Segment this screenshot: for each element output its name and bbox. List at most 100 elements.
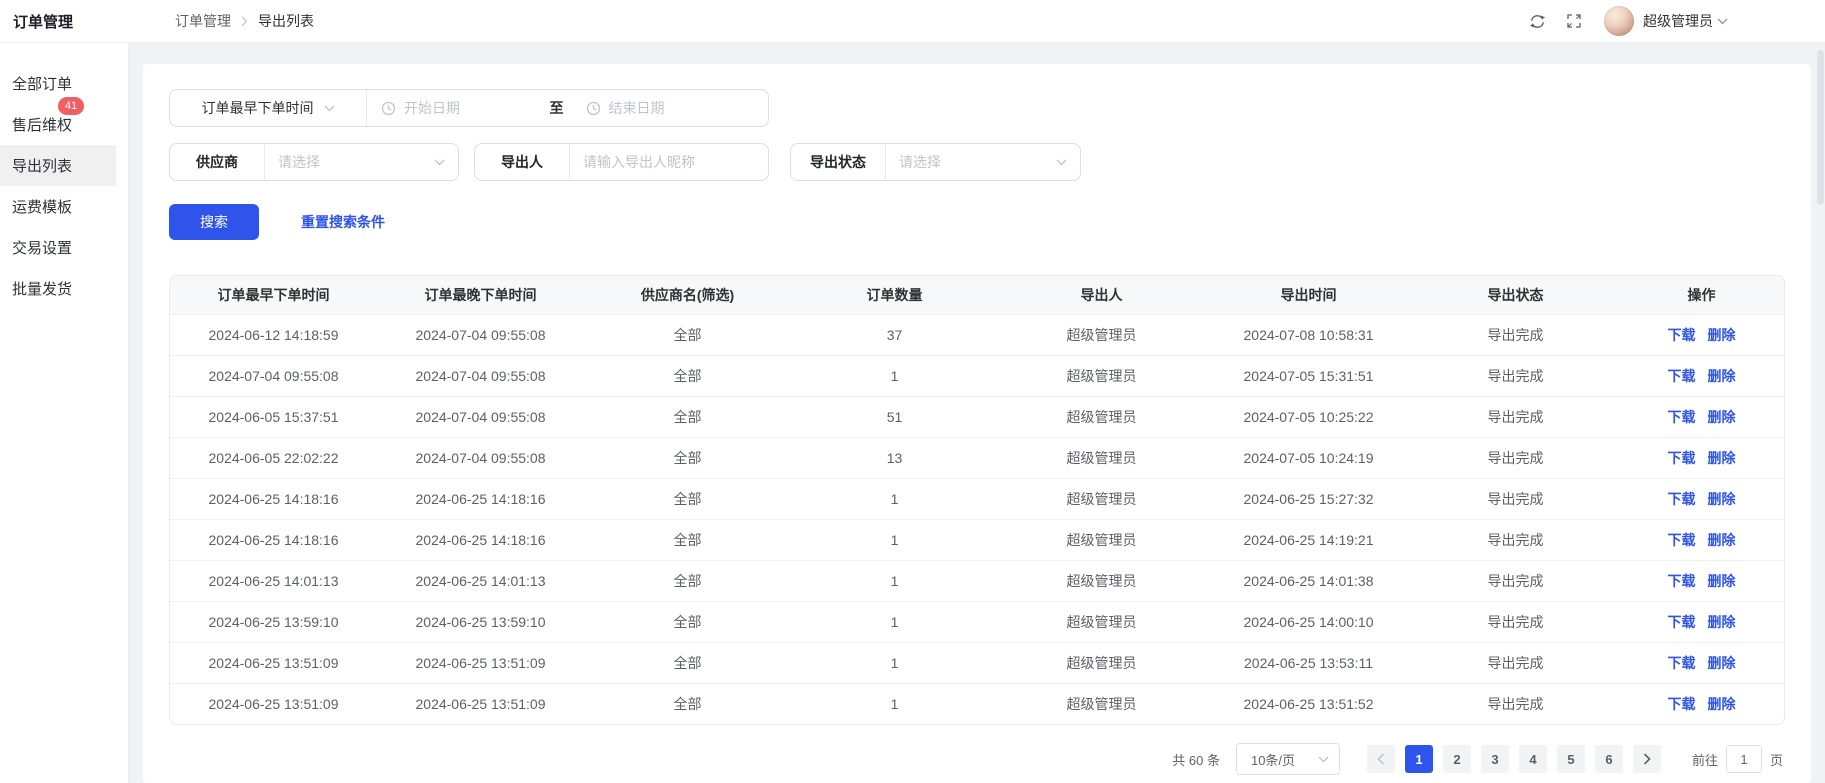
start-date-input[interactable]: 开始日期 (381, 98, 550, 118)
delete-link[interactable]: 删除 (1708, 409, 1736, 425)
fullscreen-icon[interactable] (1565, 12, 1583, 30)
date-range-separator: 至 (550, 98, 564, 118)
table-cell: 2024-06-25 13:51:09 (377, 683, 584, 724)
table-cell: 2024-07-04 09:55:08 (170, 355, 377, 396)
table-cell: 2024-06-25 13:59:10 (377, 601, 584, 642)
table-row: 2024-06-25 13:51:092024-06-25 13:51:09全部… (170, 642, 1784, 683)
table-cell: 2024-07-04 09:55:08 (377, 355, 584, 396)
delete-link[interactable]: 删除 (1708, 450, 1736, 466)
table-cell: 导出完成 (1412, 519, 1619, 560)
table-cell: 导出完成 (1412, 683, 1619, 724)
download-link[interactable]: 下载 (1668, 409, 1696, 425)
download-link[interactable]: 下载 (1668, 450, 1696, 466)
sidebar: 全部订单 售后维权 41 导出列表 运费模板 交易设置 批量发货 (0, 43, 129, 783)
user-menu-chevron-down-icon[interactable] (1717, 18, 1728, 25)
app-window: 订单管理 订单管理 导出列表 (0, 0, 1825, 783)
export-status-placeholder: 请选择 (899, 152, 941, 172)
breadcrumb-item-order-management[interactable]: 订单管理 (175, 11, 231, 31)
delete-link[interactable]: 删除 (1708, 655, 1736, 671)
delete-link[interactable]: 删除 (1708, 491, 1736, 507)
table-cell: 导出完成 (1412, 396, 1619, 437)
exporter-input[interactable] (583, 154, 755, 170)
table-cell: 导出完成 (1412, 355, 1619, 396)
content-panel: 订单最早下单时间 开始日期 至 结束日期 (143, 64, 1811, 783)
table-cell: 2024-06-12 14:18:59 (170, 314, 377, 355)
prev-page-button[interactable] (1367, 745, 1395, 773)
table-cell: 全部 (584, 478, 791, 519)
table-cell: 37 (791, 314, 998, 355)
delete-link[interactable]: 删除 (1708, 368, 1736, 384)
prev-page-icon (1377, 753, 1385, 765)
chevron-down-icon (434, 159, 445, 166)
goto-page-input[interactable] (1726, 745, 1762, 773)
page-button-3[interactable]: 3 (1481, 745, 1509, 773)
table-cell: 2024-06-25 14:18:16 (377, 519, 584, 560)
reset-filters-link[interactable]: 重置搜索条件 (301, 212, 385, 232)
page-button-2[interactable]: 2 (1443, 745, 1471, 773)
download-link[interactable]: 下载 (1668, 368, 1696, 384)
table-cell: 2024-06-25 14:18:16 (170, 519, 377, 560)
page-scrollbar[interactable] (1817, 44, 1824, 783)
download-link[interactable]: 下载 (1668, 655, 1696, 671)
delete-link[interactable]: 删除 (1708, 696, 1736, 712)
table-cell: 1 (791, 560, 998, 601)
page-button-6[interactable]: 6 (1595, 745, 1623, 773)
sidebar-item-batch-shipping[interactable]: 批量发货 (0, 268, 116, 309)
table-cell: 超级管理员 (998, 519, 1205, 560)
download-link[interactable]: 下载 (1668, 327, 1696, 343)
delete-link[interactable]: 删除 (1708, 614, 1736, 630)
column-header: 导出状态 (1412, 276, 1619, 314)
table-cell: 2024-06-25 13:51:09 (170, 683, 377, 724)
table-row: 2024-07-04 09:55:082024-07-04 09:55:08全部… (170, 355, 1784, 396)
table-cell: 1 (791, 601, 998, 642)
delete-link[interactable]: 删除 (1708, 327, 1736, 343)
export-status-select[interactable]: 导出状态 请选择 (790, 143, 1081, 181)
page-size-select[interactable]: 10条/页 (1236, 743, 1340, 775)
supplier-placeholder: 请选择 (278, 152, 320, 172)
scrollbar-thumb[interactable] (1817, 50, 1824, 205)
next-page-button[interactable] (1633, 745, 1661, 773)
refresh-icon[interactable] (1528, 12, 1546, 30)
download-link[interactable]: 下载 (1668, 532, 1696, 548)
table-cell: 2024-06-25 14:18:16 (170, 478, 377, 519)
page-button-5[interactable]: 5 (1557, 745, 1585, 773)
table-cell-actions: 下载删除 (1619, 519, 1784, 560)
delete-link[interactable]: 删除 (1708, 532, 1736, 548)
sidebar-item-after-sales[interactable]: 售后维权 41 (0, 104, 116, 145)
download-link[interactable]: 下载 (1668, 491, 1696, 507)
time-field-select[interactable]: 订单最早下单时间 (170, 90, 367, 126)
user-avatar[interactable] (1604, 6, 1634, 36)
sidebar-item-freight-template[interactable]: 运费模板 (0, 186, 116, 227)
table-cell: 全部 (584, 437, 791, 478)
supplier-select[interactable]: 供应商 请选择 (169, 143, 459, 181)
sidebar-item-label: 批量发货 (12, 278, 72, 299)
sidebar-item-trade-settings[interactable]: 交易设置 (0, 227, 116, 268)
user-name[interactable]: 超级管理员 (1643, 11, 1713, 31)
delete-link[interactable]: 删除 (1708, 573, 1736, 589)
topbar-right: 超级管理员 (1528, 6, 1728, 36)
download-link[interactable]: 下载 (1668, 614, 1696, 630)
table-cell-actions: 下载删除 (1619, 601, 1784, 642)
goto-page: 前往 页 (1692, 745, 1783, 773)
download-link[interactable]: 下载 (1668, 573, 1696, 589)
clock-icon (381, 101, 396, 116)
total-count: 共 60 条 (1172, 750, 1220, 769)
table-cell: 2024-07-04 09:55:08 (377, 437, 584, 478)
end-date-input[interactable]: 结束日期 (564, 98, 755, 118)
clock-icon (586, 101, 601, 116)
sidebar-item-export-list[interactable]: 导出列表 (0, 145, 116, 186)
sidebar-item-all-orders[interactable]: 全部订单 (0, 63, 116, 104)
table-cell: 全部 (584, 355, 791, 396)
column-header: 导出时间 (1205, 276, 1412, 314)
table-cell: 13 (791, 437, 998, 478)
table-cell-actions: 下载删除 (1619, 396, 1784, 437)
breadcrumb-separator-icon (241, 16, 248, 27)
search-button[interactable]: 搜索 (169, 204, 259, 240)
goto-suffix: 页 (1770, 750, 1783, 769)
table-cell: 超级管理员 (998, 642, 1205, 683)
page-button-1[interactable]: 1 (1405, 745, 1433, 773)
column-header: 操作 (1619, 276, 1784, 314)
page-button-4[interactable]: 4 (1519, 745, 1547, 773)
table-cell: 2024-06-25 15:27:32 (1205, 478, 1412, 519)
download-link[interactable]: 下载 (1668, 696, 1696, 712)
